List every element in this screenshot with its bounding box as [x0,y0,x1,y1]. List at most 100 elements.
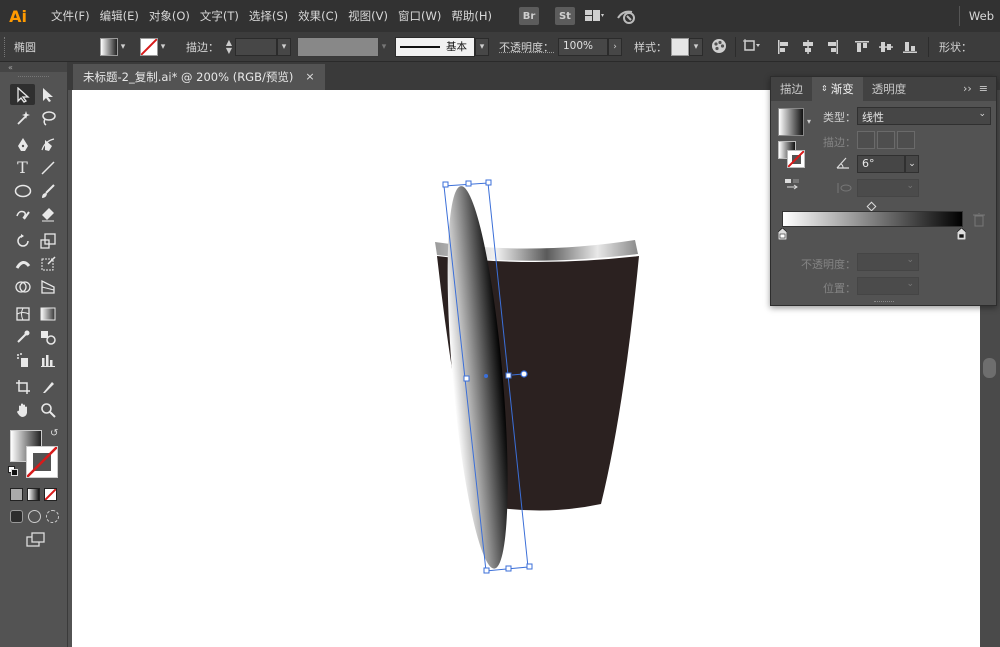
draw-inside-icon[interactable] [46,510,59,523]
menu-object[interactable]: 对象(O) [144,0,195,32]
stroke-weight-input[interactable] [235,37,277,56]
draw-behind-icon[interactable] [28,510,41,523]
align-bottom-icon[interactable] [903,40,917,54]
default-fill-stroke-icon[interactable] [8,466,18,476]
menu-type[interactable]: 文字(T) [195,0,244,32]
brush-definition[interactable]: 基本 [395,36,475,57]
fill-dropdown-icon[interactable]: ▾ [118,38,128,56]
slice-tool-icon[interactable] [35,376,60,397]
none-mode-icon[interactable] [44,488,57,501]
stroke-label: 描边： [823,136,856,149]
align-right-icon[interactable] [825,39,839,54]
menu-effect[interactable]: 效果(C) [293,0,343,32]
perspective-grid-tool-icon[interactable] [35,276,60,297]
transform-icon[interactable] [742,38,762,56]
gradient-mode-icon[interactable] [27,488,40,501]
draw-normal-icon[interactable] [10,510,23,523]
menu-file[interactable]: 文件(F) [46,0,95,32]
stroke-weight-stepper-icon[interactable]: ▲ ▼ [223,38,235,56]
screen-mode-icon[interactable] [26,532,46,548]
stroke-dropdown-icon[interactable]: ▾ [158,38,168,56]
workspace-switcher[interactable]: Web [969,0,994,32]
column-graph-tool-icon[interactable] [35,349,60,370]
eyedropper-tool-icon[interactable] [10,326,35,347]
selection-tool-icon[interactable] [10,84,35,105]
align-vertical-center-icon[interactable] [879,40,893,54]
blend-tool-icon[interactable] [35,326,60,347]
gradient-thumbnail[interactable] [778,108,804,136]
width-tool-icon[interactable] [10,253,35,274]
hand-tool-icon[interactable] [10,399,35,420]
gpu-icon[interactable] [615,7,641,25]
symbol-sprayer-tool-icon[interactable] [10,349,35,370]
reverse-gradient-icon[interactable] [784,178,800,192]
free-transform-tool-icon[interactable] [35,253,60,274]
gradient-midpoint-icon[interactable] [866,201,877,212]
fill-stroke-control[interactable]: ↺ [8,428,62,478]
profile-dropdown-icon[interactable]: ▾ [379,38,389,56]
shaper-tool-icon[interactable] [10,203,35,224]
line-segment-tool-icon[interactable] [35,157,60,178]
pen-tool-icon[interactable] [10,134,35,155]
gradient-stop-right[interactable] [956,227,967,241]
menu-select[interactable]: 选择(S) [244,0,293,32]
tab-gradient[interactable]: ⇕ 渐变 [812,77,863,101]
tab-stroke[interactable]: 描边 [771,77,812,101]
style-dropdown-icon[interactable]: ▾ [689,37,703,56]
grid-layout-icon[interactable] [584,7,607,25]
menu-view[interactable]: 视图(V) [343,0,393,32]
curvature-tool-icon[interactable] [35,134,60,155]
artboard-tool-icon[interactable] [10,376,35,397]
ellipse-tool-icon[interactable] [10,180,35,201]
opacity-expand-icon[interactable]: › [608,37,622,56]
paintbrush-tool-icon[interactable] [35,180,60,201]
align-horizontal-center-icon[interactable] [801,39,815,54]
eraser-tool-icon[interactable] [35,203,60,224]
gradient-type-select[interactable]: 线性 ⌄ [857,107,991,125]
gradient-tool-icon[interactable] [35,303,60,324]
graphic-style-swatch[interactable] [671,37,689,56]
gradient-stop-left[interactable] [777,227,788,241]
variable-width-profile[interactable] [297,36,379,57]
menu-help[interactable]: 帮助(H) [446,0,497,32]
magic-wand-tool-icon[interactable] [10,107,35,128]
panel-resize-grip[interactable] [874,301,894,304]
delete-stop-icon[interactable] [973,212,985,227]
lasso-tool-icon[interactable] [35,107,60,128]
stroke-weight-dropdown-icon[interactable]: ▾ [277,37,291,56]
angle-dropdown[interactable]: ⌄ [905,155,919,173]
tools-collapse-icon[interactable]: « [0,62,67,72]
mesh-tool-icon[interactable] [10,303,35,324]
zoom-tool-icon[interactable] [35,399,60,420]
fill-swatch[interactable] [100,37,118,56]
opacity-input[interactable]: 100% [558,37,608,56]
close-icon[interactable]: × [305,64,314,90]
gradient-presets-dropdown-icon[interactable]: ▾ [807,117,811,126]
control-bar-grip[interactable] [4,36,10,57]
rotate-tool-icon[interactable] [10,230,35,251]
bridge-button[interactable]: Br [518,7,539,25]
gradient-type-value: 线性 [862,111,884,124]
menu-window[interactable]: 窗口(W) [393,0,446,32]
scale-tool-icon[interactable] [35,230,60,251]
brush-dropdown-icon[interactable]: ▾ [475,37,489,56]
stroke-box[interactable] [26,446,58,478]
angle-input[interactable]: 6° [857,155,905,173]
color-mode-icon[interactable] [10,488,23,501]
document-tab[interactable]: 未标题-2_复制.ai* @ 200% (RGB/预览) × [73,64,325,90]
stroke-swatch[interactable] [140,37,158,56]
align-left-icon[interactable] [777,39,791,54]
tab-transparency[interactable]: 透明度 [863,77,916,101]
recolor-artwork-icon[interactable] [711,38,729,56]
direct-selection-tool-icon[interactable] [35,84,60,105]
panel-fill-stroke[interactable] [778,141,806,169]
shape-builder-tool-icon[interactable] [10,276,35,297]
stock-button[interactable]: St [554,7,575,25]
align-top-icon[interactable] [855,40,869,54]
scrollbar-thumb[interactable] [983,358,996,378]
gradient-slider[interactable] [782,211,963,227]
menu-edit[interactable]: 编辑(E) [95,0,144,32]
swap-fill-stroke-icon[interactable]: ↺ [50,428,58,439]
type-tool-icon[interactable]: T [10,157,35,178]
panel-menu-icon[interactable]: ›› ≡ [955,77,996,101]
